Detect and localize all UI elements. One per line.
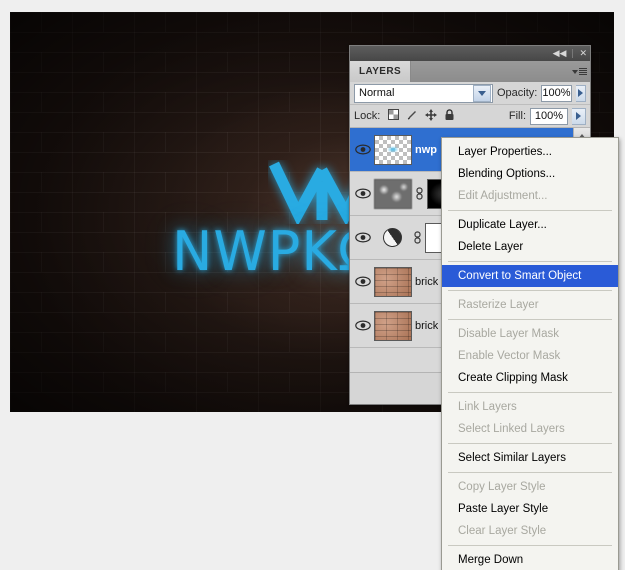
fill-label: Fill: <box>508 110 526 122</box>
menu-item-copy-layer-style: Copy Layer Style <box>458 481 546 493</box>
lock-label: Lock: <box>354 110 381 122</box>
menu-item-select-similar-layers[interactable]: Select Similar Layers <box>442 447 618 469</box>
menu-item-duplicate-layer[interactable]: Duplicate Layer... <box>442 214 618 236</box>
layer-name[interactable]: brick <box>415 320 438 332</box>
tab-layers[interactable]: LAYERS <box>350 61 412 82</box>
layer-context-menu[interactable]: Layer Properties... Blending Options... … <box>441 137 619 570</box>
menu-item-disable-layer-mask: Disable Layer Mask <box>458 328 559 340</box>
mask-link-icon[interactable] <box>413 231 422 244</box>
layer-visibility-icon[interactable] <box>352 276 374 287</box>
layer-visibility-icon[interactable] <box>352 320 374 331</box>
layer-name[interactable]: brick <box>415 276 438 288</box>
layer-thumbnail[interactable] <box>374 266 412 297</box>
lock-position-icon[interactable] <box>425 108 438 124</box>
opacity-slider-arrow-icon[interactable] <box>575 84 586 102</box>
menu-separator <box>448 545 612 546</box>
menu-separator <box>448 443 612 444</box>
panel-menu-icon[interactable] <box>572 66 587 77</box>
menu-item-select-linked-layers: Select Linked Layers <box>458 423 565 435</box>
collapse-icon[interactable]: ◀◀ <box>553 49 567 58</box>
fill-slider-arrow-icon[interactable] <box>572 107 586 125</box>
menu-separator <box>448 319 612 320</box>
menu-item-create-clipping-mask[interactable]: Create Clipping Mask <box>442 367 618 389</box>
menu-item-convert-to-smart-object[interactable]: Convert to Smart Object <box>442 265 618 287</box>
layer-thumbnail[interactable] <box>374 310 412 341</box>
layer-thumbnail[interactable] <box>374 134 412 165</box>
lock-image-pixels-icon[interactable] <box>406 109 418 124</box>
menu-item-clear-layer-style: Clear Layer Style <box>458 525 547 537</box>
fill-input[interactable]: 100% <box>530 107 568 125</box>
blend-mode-row[interactable]: Normal Opacity: 100% <box>350 82 590 105</box>
menu-separator <box>448 261 612 262</box>
menu-separator <box>448 392 612 393</box>
menu-separator <box>448 472 612 473</box>
panel-titlebar[interactable]: ◀◀ ✕ <box>350 46 590 61</box>
lock-all-icon[interactable] <box>444 108 455 124</box>
panel-tab-row[interactable]: LAYERS <box>350 61 590 82</box>
opacity-label: Opacity: <box>497 87 538 99</box>
menu-item-layer-properties[interactable]: Layer Properties... <box>442 141 618 163</box>
menu-item-link-layers: Link Layers <box>458 401 517 413</box>
lock-row[interactable]: Lock: Fill: 100% <box>350 105 590 128</box>
blend-mode-select[interactable]: Normal <box>354 83 493 103</box>
menu-item-paste-layer-style[interactable]: Paste Layer Style <box>442 498 618 520</box>
layer-name[interactable]: nwp <box>415 144 437 156</box>
menu-item-delete-layer[interactable]: Delete Layer <box>442 236 618 258</box>
blend-mode-value: Normal <box>359 87 395 99</box>
opacity-input[interactable]: 100% <box>541 84 572 102</box>
chevron-down-icon[interactable] <box>473 84 491 102</box>
menu-separator <box>448 290 612 291</box>
adjustment-layer-icon[interactable] <box>374 223 410 252</box>
menu-item-rasterize-layer: Rasterize Layer <box>458 299 539 311</box>
titlebar-divider <box>572 49 574 58</box>
menu-item-blending-options[interactable]: Blending Options... <box>442 163 618 185</box>
menu-separator <box>448 210 612 211</box>
layer-visibility-icon[interactable] <box>352 188 374 199</box>
lock-transparency-icon[interactable] <box>388 109 400 123</box>
menu-item-edit-adjustment: Edit Adjustment... <box>458 190 548 202</box>
close-icon[interactable]: ✕ <box>579 49 587 58</box>
layer-thumbnail[interactable] <box>374 178 412 209</box>
layer-visibility-icon[interactable] <box>352 232 374 243</box>
menu-item-enable-vector-mask: Enable Vector Mask <box>458 350 561 362</box>
menu-item-merge-down[interactable]: Merge Down <box>442 549 618 570</box>
mask-link-icon[interactable] <box>415 187 424 200</box>
layer-visibility-icon[interactable] <box>352 144 374 155</box>
